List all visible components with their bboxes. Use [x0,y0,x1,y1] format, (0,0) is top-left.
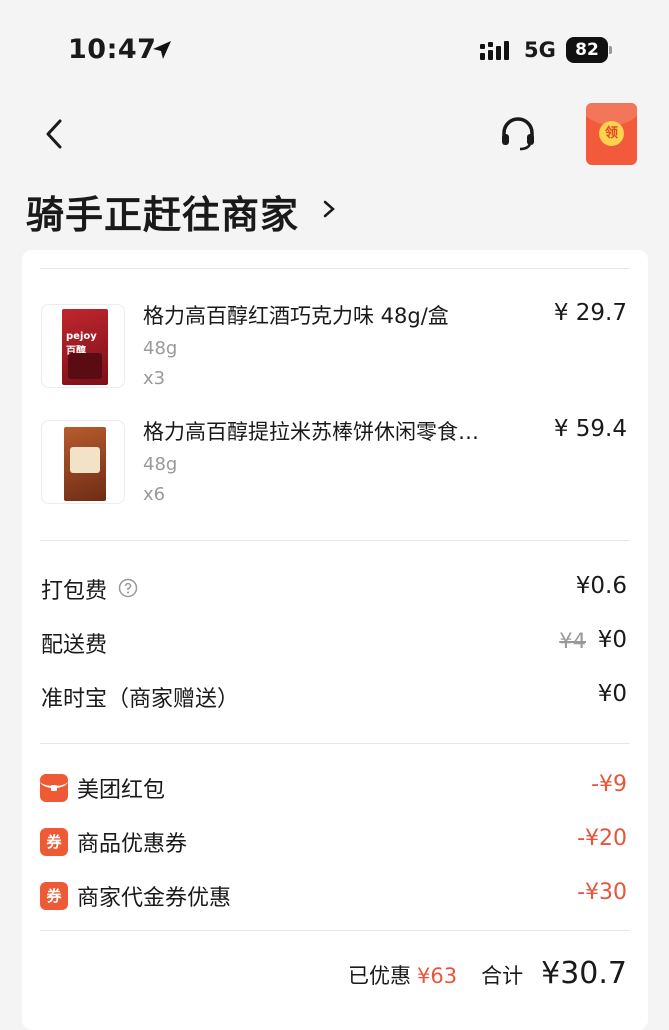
ontime-guarantee-label: 准时宝（商家赠送） [41,687,240,712]
total-value: ¥30.7 [541,956,627,991]
red-packet-button[interactable]: 领 [586,103,637,165]
product-image[interactable]: pejoy 百醇 [41,304,125,388]
coupon-icon: 券 [40,828,68,856]
item-spec: 48g [143,338,178,359]
discount-label: 商品优惠券 [77,832,188,857]
network-type: 5G [524,38,556,62]
battery-level: 82 [566,37,608,63]
item-name[interactable]: 格力高百醇提拉米苏棒饼休闲零食… [143,416,479,446]
page-title[interactable]: 骑手正赶往商家 [26,184,299,239]
location-arrow-icon [153,41,171,59]
red-envelope-icon [40,774,68,802]
product-image[interactable] [41,420,125,504]
saved-value: ¥63 [417,964,458,988]
ontime-guarantee-value: ¥0 [597,681,627,707]
discount-value: -¥9 [591,772,627,797]
item-price: ¥ 29.7 [553,300,627,326]
item-spec: 48g [143,454,178,475]
help-icon[interactable] [118,578,138,598]
discount-label: 美团红包 [77,778,166,803]
total-label: 合计 [481,964,524,988]
coupon-icon: 券 [40,882,68,910]
product-box-image: pejoy 百醇 [62,309,108,385]
item-price: ¥ 59.4 [553,416,627,442]
red-packet-seal: 领 [599,121,624,146]
packing-fee-value: ¥0.6 [575,573,627,599]
signal-icon [480,41,509,60]
item-name[interactable]: 格力高百醇红酒巧克力味 48g/盒 [143,300,449,330]
divider [40,540,630,541]
discount-value: -¥30 [577,880,627,905]
order-summary: 已优惠 ¥63 合计 ¥30.7 [348,956,627,991]
status-bar: 10:47 5G 82 [0,0,669,100]
discount-label: 商家代金券优惠 [77,886,232,911]
delivery-fee-value: ¥0 [597,627,627,653]
divider [40,268,630,269]
back-button[interactable] [38,116,74,152]
status-time: 10:47 [68,34,157,65]
product-box-image [64,427,106,501]
discount-value: -¥20 [577,826,627,851]
order-card: pejoy 百醇 格力高百醇红酒巧克力味 48g/盒 ¥ 29.7 48g x3… [22,250,648,1030]
chevron-right-icon[interactable] [320,198,338,220]
headset-icon[interactable] [498,114,538,154]
item-quantity: x3 [143,368,166,389]
divider [40,930,630,931]
delivery-fee-label: 配送费 [41,633,108,658]
delivery-fee-original: ¥4 [559,629,586,653]
saved-label: 已优惠 [348,964,412,988]
item-quantity: x6 [143,484,166,505]
packing-fee-label: 打包费 [41,579,108,604]
divider [40,743,630,744]
battery-icon: 82 [566,37,612,63]
